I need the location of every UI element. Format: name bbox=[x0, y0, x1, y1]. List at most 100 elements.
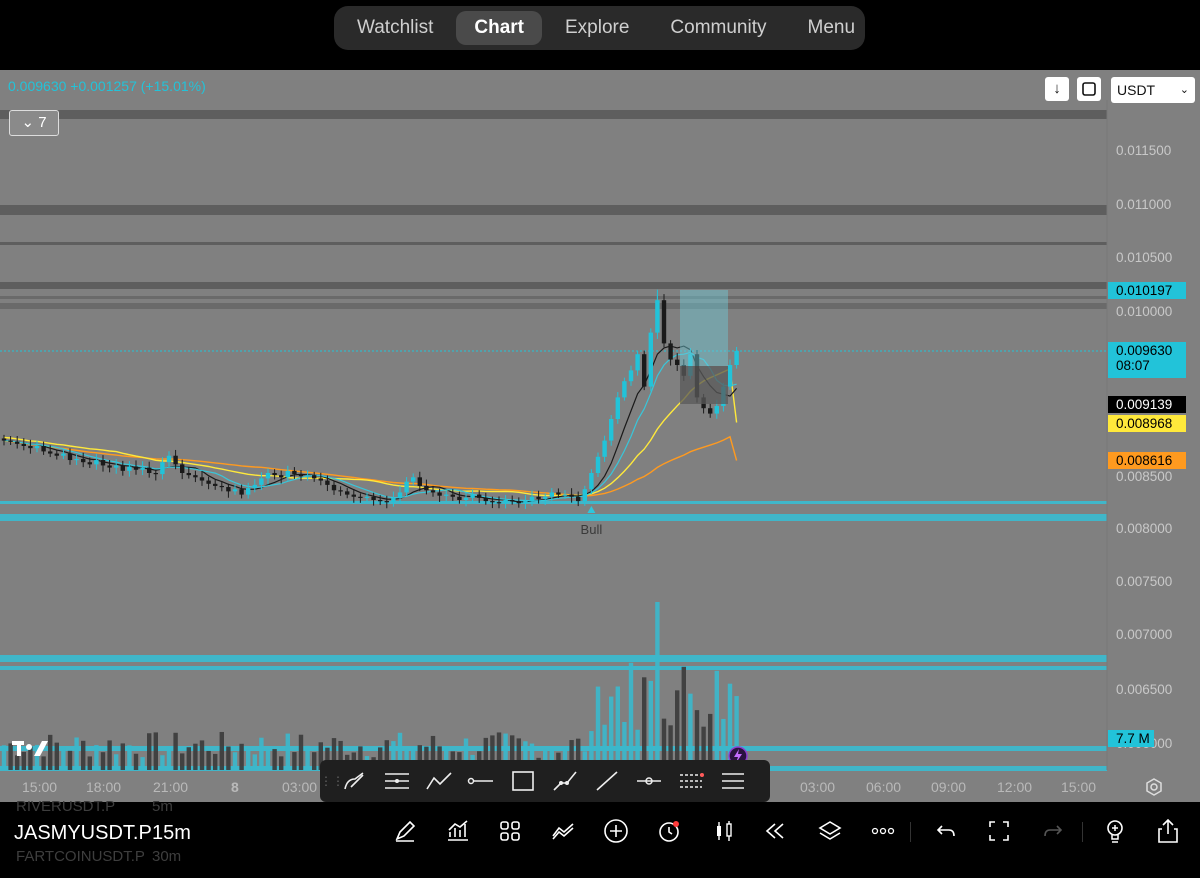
indicators-toggle-button[interactable]: ⌄ 7 bbox=[9, 110, 59, 136]
horizontal-ray-tool[interactable] bbox=[460, 760, 502, 802]
volume-bar bbox=[219, 731, 224, 770]
tab-menu[interactable]: Menu bbox=[790, 11, 874, 45]
candle-body bbox=[615, 397, 620, 419]
share-button[interactable] bbox=[1153, 816, 1183, 846]
candle-body bbox=[160, 462, 165, 475]
volume-bar bbox=[166, 746, 172, 770]
y-tick: 0.010500 bbox=[1116, 250, 1173, 265]
drag-handle-icon[interactable]: ⋮⋮ bbox=[320, 774, 344, 788]
fullscreen-toggle-button[interactable] bbox=[984, 816, 1014, 846]
alert-button[interactable] bbox=[654, 816, 684, 846]
cross-line-tool[interactable] bbox=[628, 760, 670, 802]
header-last-price: 0.009630 bbox=[8, 78, 67, 94]
price-chart[interactable]: Bull bbox=[0, 70, 1200, 802]
ghost-symbol: RIVERUSDT.P bbox=[16, 798, 116, 815]
ma-orange-tag: 0.008616 bbox=[1108, 452, 1186, 469]
candle-body bbox=[589, 473, 594, 490]
candle-body bbox=[74, 458, 79, 461]
candle-body bbox=[41, 446, 46, 452]
download-button[interactable]: ↓ bbox=[1045, 77, 1069, 101]
y-tick: 0.008500 bbox=[1116, 469, 1173, 484]
candle-body bbox=[661, 300, 667, 344]
candle-body bbox=[391, 497, 396, 503]
chart-settings-button[interactable] bbox=[1143, 776, 1165, 798]
path-icon bbox=[553, 771, 577, 791]
layers-button[interactable] bbox=[815, 816, 845, 846]
candle-body bbox=[622, 381, 627, 398]
undo-button[interactable] bbox=[931, 816, 961, 846]
fullscreen-button[interactable] bbox=[1077, 77, 1101, 101]
path-tool[interactable] bbox=[544, 760, 586, 802]
redo-button[interactable] bbox=[1038, 816, 1068, 846]
horizontal-lines-tool[interactable] bbox=[376, 760, 418, 802]
indicators-icon bbox=[448, 820, 468, 841]
stop-zone bbox=[680, 366, 728, 404]
layouts-button[interactable] bbox=[495, 816, 525, 846]
volume-bar bbox=[74, 737, 79, 770]
brush-tool[interactable] bbox=[334, 760, 376, 802]
toolbar-divider bbox=[1082, 822, 1083, 842]
tab-watchlist[interactable]: Watchlist bbox=[339, 11, 451, 45]
ma-fast-line bbox=[3, 345, 738, 503]
volume-bar bbox=[681, 666, 686, 770]
candle-body bbox=[529, 496, 535, 502]
parallel-lines-icon bbox=[722, 773, 744, 789]
brush-icon bbox=[344, 772, 364, 790]
indicators-button[interactable] bbox=[443, 816, 473, 846]
candle-body bbox=[246, 488, 251, 495]
volume-bar bbox=[259, 737, 264, 770]
interval-selector[interactable]: 15m bbox=[152, 822, 191, 845]
ideas-button[interactable] bbox=[1100, 816, 1130, 846]
candle-body bbox=[378, 500, 383, 502]
resistance-zone bbox=[0, 303, 1107, 309]
resistance-zone bbox=[0, 282, 1107, 289]
chart-area[interactable]: Bull 0.009630 +0.001257 (+15.01%) ⌄ 7 ↓ … bbox=[0, 70, 1200, 802]
ma-yellow-line bbox=[3, 367, 738, 497]
candle-body bbox=[147, 467, 152, 473]
ghost-interval: 5m bbox=[152, 798, 173, 815]
volume-bar bbox=[298, 734, 304, 770]
compare-icon bbox=[552, 823, 574, 840]
chart-type-button[interactable] bbox=[709, 816, 739, 846]
grid-icon bbox=[500, 821, 520, 841]
candle-body bbox=[483, 497, 488, 502]
candle-body bbox=[675, 359, 680, 365]
line-tool[interactable] bbox=[586, 760, 628, 802]
fib-tool[interactable] bbox=[670, 760, 712, 802]
parallel-lines-tool[interactable] bbox=[712, 760, 754, 802]
candle-body bbox=[549, 492, 554, 497]
volume-bar bbox=[100, 752, 106, 770]
volume-bar bbox=[107, 740, 112, 770]
arrow-down-icon: ↓ bbox=[1053, 80, 1061, 97]
candle-body bbox=[490, 501, 495, 503]
more-button[interactable] bbox=[868, 816, 898, 846]
rectangle-tool[interactable] bbox=[502, 760, 544, 802]
tab-chart[interactable]: Chart bbox=[456, 11, 542, 45]
tab-community[interactable]: Community bbox=[652, 11, 784, 45]
trend-tool[interactable] bbox=[418, 760, 460, 802]
chevron-down-icon: ⌄ bbox=[1179, 84, 1189, 96]
replay-button[interactable] bbox=[760, 816, 790, 846]
candle-body bbox=[166, 455, 172, 463]
compare-button[interactable] bbox=[548, 816, 578, 846]
ma-yellow-tag: 0.008968 bbox=[1108, 415, 1186, 432]
y-tick: 0.011000 bbox=[1116, 197, 1172, 212]
candle-body bbox=[523, 501, 528, 504]
add-button[interactable] bbox=[601, 816, 631, 846]
tab-explore[interactable]: Explore bbox=[547, 11, 647, 45]
draw-button[interactable] bbox=[390, 816, 420, 846]
currency-select[interactable]: USDT ⌄ bbox=[1111, 77, 1195, 103]
candle-body bbox=[411, 477, 416, 482]
candle-body bbox=[8, 440, 13, 442]
candle-body bbox=[543, 496, 548, 499]
y-tick: 0.007000 bbox=[1116, 627, 1173, 642]
candle-body bbox=[516, 501, 521, 504]
symbol-selector[interactable]: JASMYUSDT.P bbox=[14, 822, 152, 845]
volume-bar bbox=[54, 742, 59, 770]
volume-bar bbox=[87, 756, 92, 770]
current-price-value: 0.009630 bbox=[1116, 343, 1173, 358]
x-tick: 09:00 bbox=[931, 779, 967, 795]
candle-body bbox=[140, 467, 145, 470]
candle-body bbox=[417, 477, 422, 486]
support-zone bbox=[0, 666, 1107, 670]
